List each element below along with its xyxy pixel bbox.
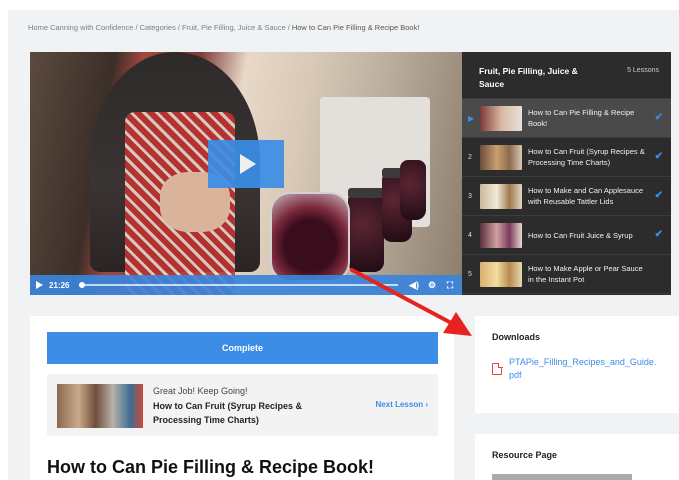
lesson-title: How to Can Pie Filling & Recipe Book! — [47, 457, 375, 477]
video-frame-jar-lid — [348, 188, 384, 198]
settings-gear-icon[interactable]: ⚙ — [426, 280, 438, 291]
downloads-heading: Downloads — [492, 332, 541, 342]
playlist-lesson-count: 5 Lessons — [627, 67, 659, 74]
next-lesson-title[interactable]: How to Can Fruit (Syrup Recipes & Proces… — [153, 399, 343, 427]
playlist-title: Fruit, Pie Filling, Juice & Sauce — [479, 66, 578, 89]
lesson-playlist: Fruit, Pie Filling, Juice & Sauce 5 Less… — [462, 52, 671, 295]
playlist-item[interactable]: 4 How to Can Fruit Juice & Syrup ✔ — [462, 216, 671, 255]
pdf-file-icon — [492, 362, 503, 375]
breadcrumb-categories-link[interactable]: Categories — [140, 23, 176, 32]
playlist-item-label: How to Make and Can Applesauce with Reus… — [528, 186, 644, 206]
lesson-thumbnail — [480, 183, 522, 209]
playlist-item-number: 5 — [468, 270, 472, 278]
playlist-item-number: 4 — [468, 231, 472, 239]
playlist-item-label: How to Can Fruit (Syrup Recipes & Proces… — [528, 147, 645, 167]
completed-check-icon: ✔ — [654, 112, 663, 123]
next-lesson-kicker: Great Job! Keep Going! — [153, 386, 248, 396]
download-file-link[interactable]: PTAPie_Filling_Recipes_and_Guide.pdf — [509, 356, 659, 382]
lesson-thumbnail — [480, 261, 522, 287]
video-frame-jar — [348, 192, 384, 272]
next-lesson-thumbnail[interactable] — [57, 384, 143, 428]
completed-check-icon: ✔ — [654, 151, 663, 162]
resource-link-cropped[interactable] — [492, 474, 632, 480]
complete-button[interactable]: Complete — [47, 332, 438, 364]
fullscreen-icon[interactable]: ⛶ — [444, 280, 456, 291]
seek-handle[interactable] — [79, 282, 86, 288]
play-icon[interactable] — [36, 281, 43, 289]
next-lesson-box: Great Job! Keep Going! How to Can Fruit … — [47, 374, 438, 436]
play-icon — [240, 154, 256, 174]
playlist-item[interactable]: 3 How to Make and Can Applesauce with Re… — [462, 177, 671, 216]
playlist-item-number: 3 — [468, 192, 472, 200]
video-frame-jar — [400, 160, 426, 220]
playlist-item-number: 2 — [468, 153, 472, 161]
playlist-header: Fruit, Pie Filling, Juice & Sauce 5 Less… — [462, 52, 671, 99]
completed-check-icon: ✔ — [654, 229, 663, 240]
resource-card: Resource Page — [475, 434, 679, 480]
video-time: 21:26 — [49, 280, 70, 290]
play-button[interactable] — [208, 140, 284, 188]
lesson-thumbnail — [480, 144, 522, 170]
breadcrumb-home-link[interactable]: Home Canning with Confidence — [28, 23, 133, 32]
playlist-item-label: How to Can Fruit Juice & Syrup — [528, 230, 633, 240]
resource-heading: Resource Page — [492, 450, 558, 460]
playlist-item-label: How to Can Pie Filling & Recipe Book! — [528, 108, 635, 128]
breadcrumb-current: How to Can Pie Filling & Recipe Book! — [291, 23, 420, 32]
video-controls: 21:26 ◀) ⚙ ⛶ — [30, 275, 462, 295]
seek-bar[interactable] — [79, 282, 398, 288]
lesson-content-card: Complete Great Job! Keep Going! How to C… — [30, 316, 454, 480]
playlist-item[interactable]: 5 How to Make Apple or Pear Sauce in the… — [462, 255, 671, 294]
next-lesson-link[interactable]: Next Lesson › — [376, 400, 428, 409]
lesson-thumbnail — [480, 222, 522, 248]
playlist-item[interactable]: 2 How to Can Fruit (Syrup Recipes & Proc… — [462, 138, 671, 177]
completed-check-icon: ✔ — [654, 190, 663, 201]
downloads-card: Downloads PTAPie_Filling_Recipes_and_Gui… — [475, 316, 679, 413]
playlist-item[interactable]: ▶ How to Can Pie Filling & Recipe Book! … — [462, 99, 671, 138]
video-player[interactable]: 21:26 ◀) ⚙ ⛶ — [30, 52, 462, 295]
volume-icon[interactable]: ◀) — [408, 280, 420, 291]
current-lesson-arrow-icon: ▶ — [468, 113, 475, 123]
playlist-item-label: How to Make Apple or Pear Sauce in the I… — [528, 264, 643, 284]
breadcrumb-category-link[interactable]: Fruit, Pie Filling, Juice & Sauce — [182, 23, 286, 32]
breadcrumb: Home Canning with Confidence / Categories /… — [28, 23, 420, 32]
lesson-thumbnail — [480, 105, 522, 131]
video-frame-pie-filling-jar — [270, 192, 350, 282]
